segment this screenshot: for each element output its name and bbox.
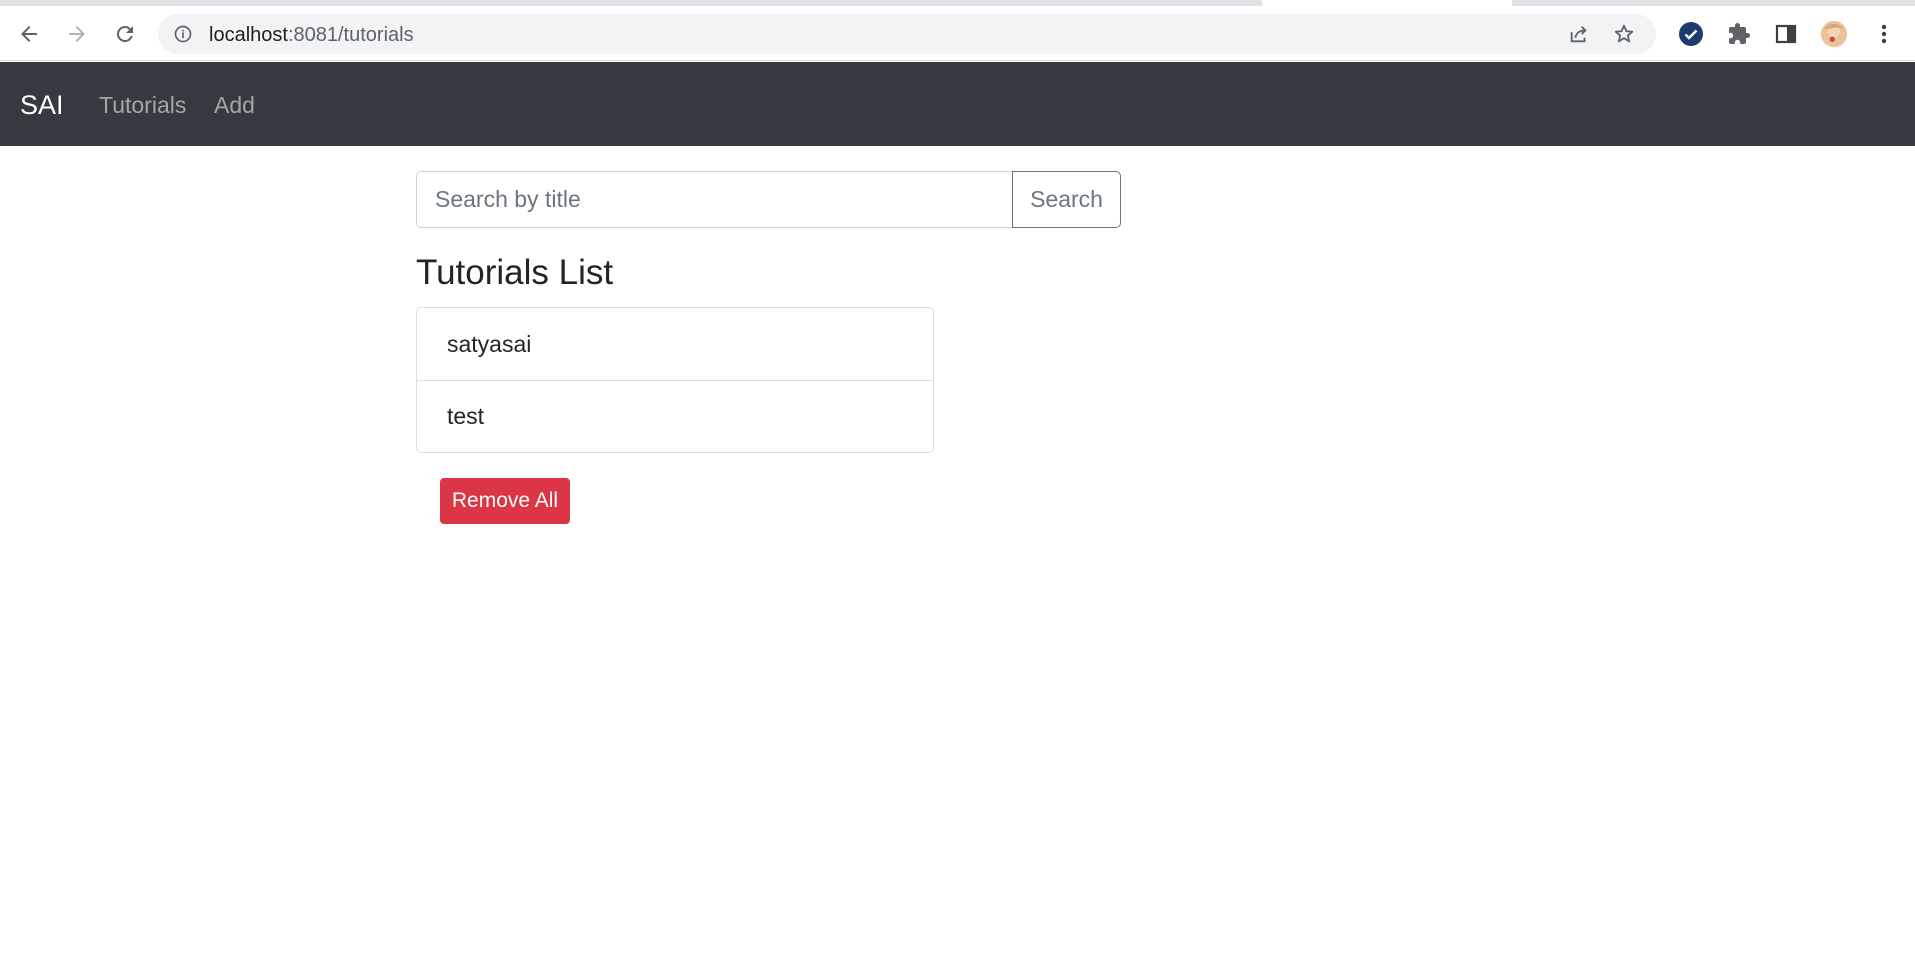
list-item[interactable]: satyasai [417, 308, 933, 380]
url-text[interactable]: localhost:8081/tutorials [209, 24, 414, 47]
sidepanel-icon[interactable] [1772, 20, 1800, 48]
list-item[interactable]: test [417, 380, 933, 452]
remove-all-button[interactable]: Remove All [440, 478, 570, 524]
active-tab[interactable] [1262, 0, 1512, 6]
url-path: :8081/tutorials [287, 24, 414, 46]
search-group: Search [416, 171, 1121, 228]
tab-strip [0, 0, 1915, 6]
menu-icon[interactable] [1870, 20, 1898, 48]
share-icon[interactable] [1568, 23, 1590, 45]
search-button[interactable]: Search [1012, 171, 1121, 228]
info-icon[interactable] [173, 24, 193, 44]
tutorials-list: satyasai test [416, 307, 934, 453]
address-bar[interactable]: localhost:8081/tutorials [158, 14, 1656, 54]
forward-icon[interactable] [62, 19, 92, 49]
nav-link-tutorials[interactable]: Tutorials [99, 92, 186, 119]
brand-link[interactable]: SAI [20, 90, 64, 121]
browser-chrome: localhost:8081/tutorials [0, 0, 1915, 61]
app-navbar: SAI Tutorials Add [0, 62, 1915, 146]
star-icon[interactable] [1613, 23, 1635, 45]
back-icon[interactable] [14, 19, 44, 49]
tutorials-list-title: Tutorials List [416, 253, 614, 292]
reload-icon[interactable] [110, 19, 140, 49]
puzzle-icon[interactable] [1725, 20, 1753, 48]
url-host: localhost [209, 24, 288, 46]
avatar[interactable] [1820, 20, 1848, 48]
extension-check-icon[interactable] [1677, 20, 1705, 48]
search-input[interactable] [416, 171, 1013, 228]
nav-link-add[interactable]: Add [214, 92, 255, 119]
